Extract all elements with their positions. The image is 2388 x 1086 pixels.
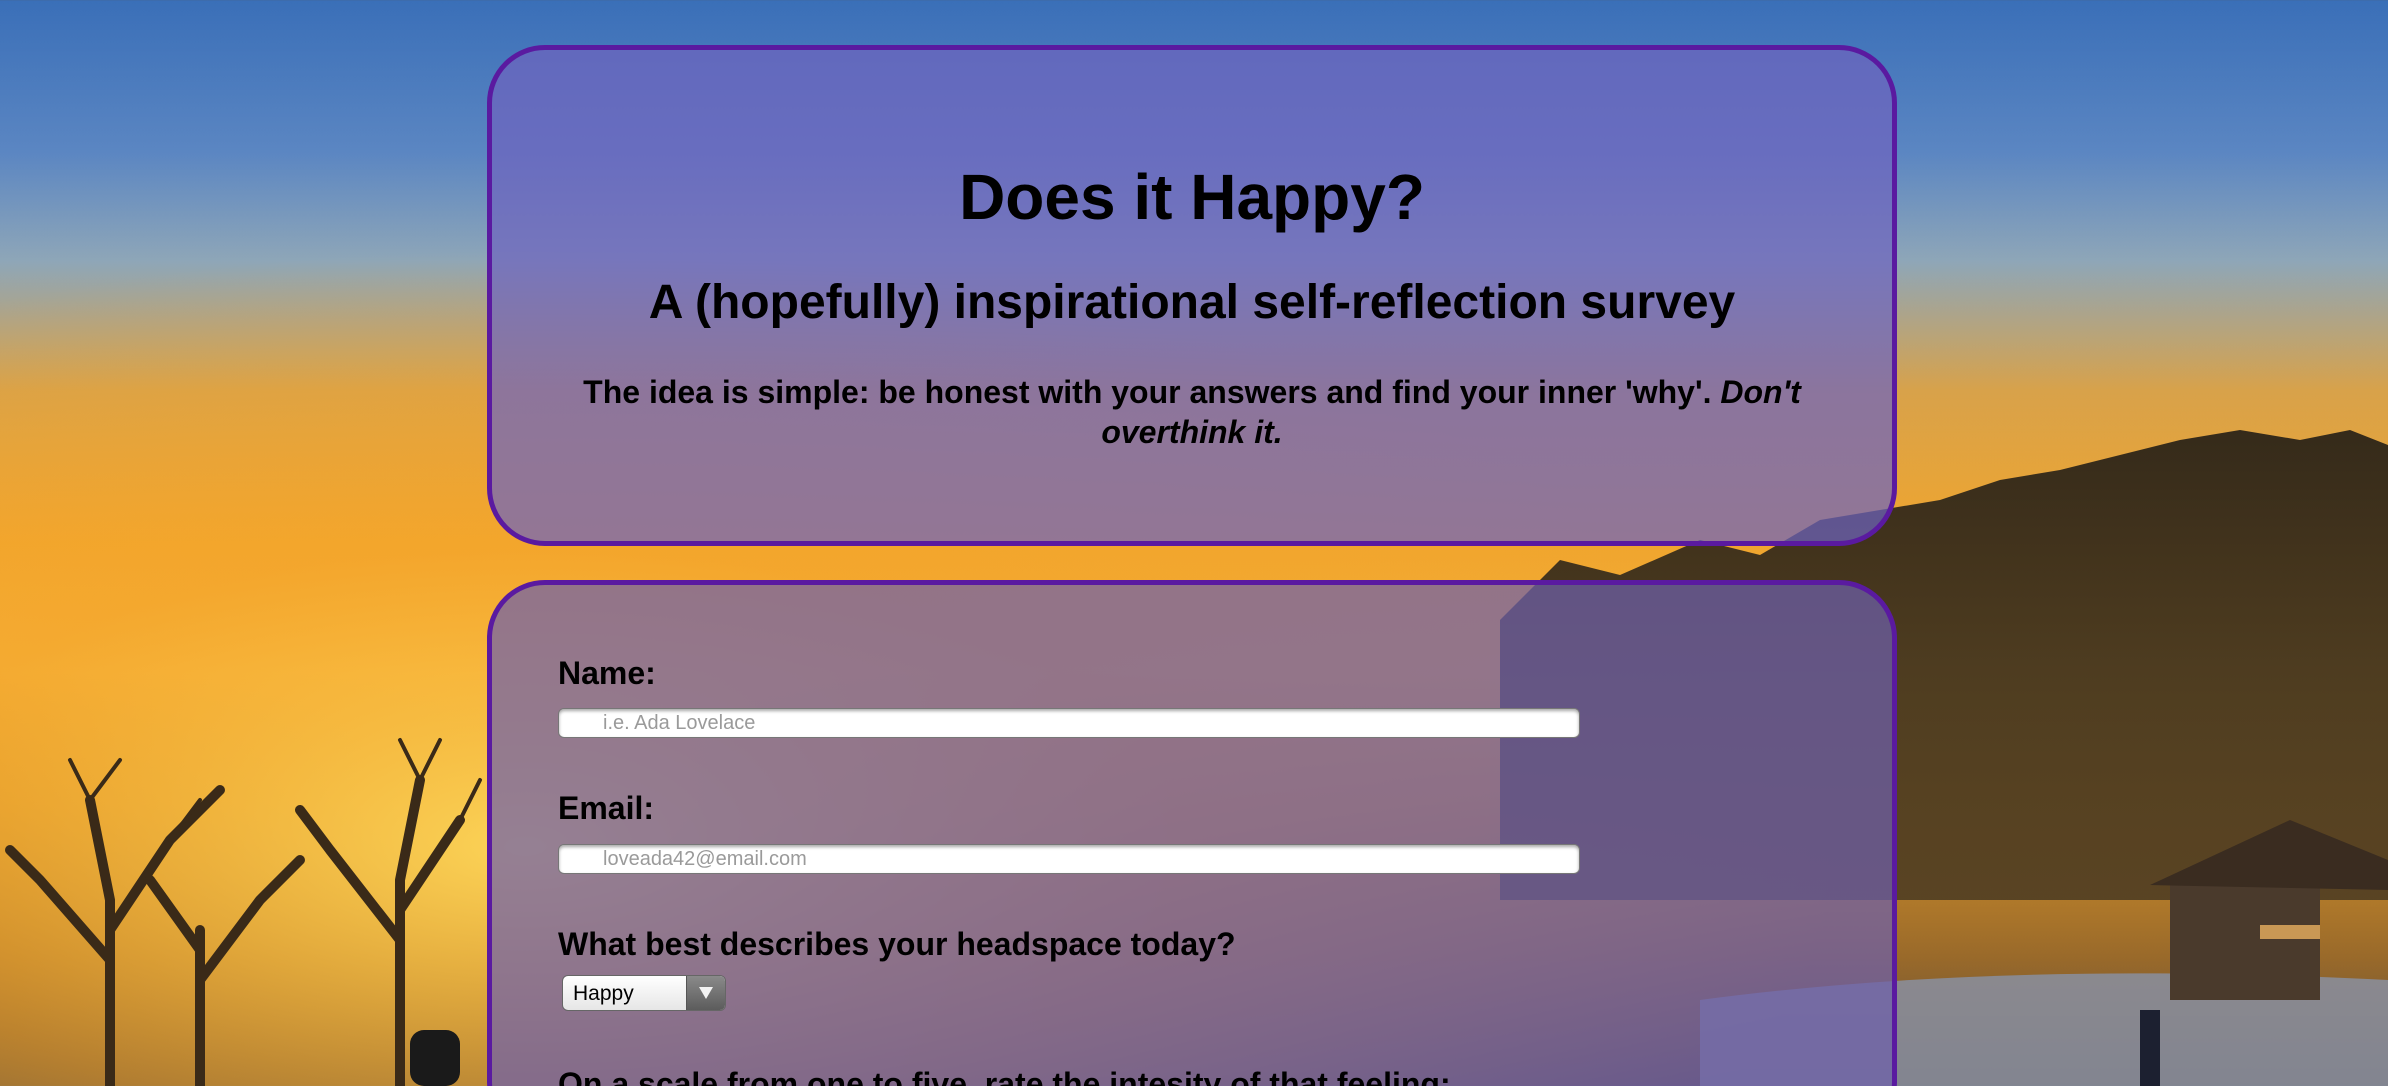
name-input[interactable] <box>558 708 1580 738</box>
intro-paragraph: The idea is simple: be honest with your … <box>572 372 1812 452</box>
intro-text: The idea is simple: be honest with your … <box>583 374 1721 410</box>
name-label: Name: <box>558 655 656 691</box>
email-input[interactable] <box>558 844 1580 874</box>
page-subtitle: A (hopefully) inspirational self-reflect… <box>648 276 1736 329</box>
header-card: Does it Happy? A (hopefully) inspiration… <box>487 45 1897 546</box>
survey-form-card: Name: Email: What best describes your he… <box>487 580 1897 1086</box>
headspace-selected-value: Happy <box>573 982 634 1005</box>
intensity-label: On a scale from one to five, rate the in… <box>558 1066 1451 1086</box>
headspace-dropdown[interactable]: Happy <box>562 975 726 1011</box>
headspace-label: What best describes your headspace today… <box>558 926 1236 962</box>
triangle-down-icon <box>699 987 713 999</box>
email-label: Email: <box>558 790 655 826</box>
page-title: Does it Happy? <box>959 161 1425 233</box>
dropdown-toggle[interactable] <box>686 976 725 1010</box>
